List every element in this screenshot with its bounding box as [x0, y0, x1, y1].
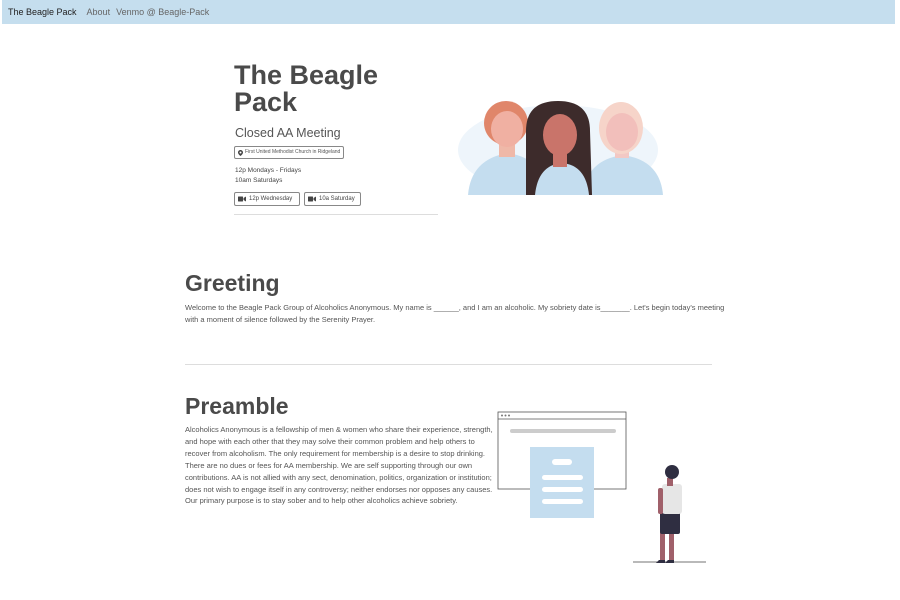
greeting-heading: Greeting — [185, 270, 280, 296]
group-people-illustration — [458, 101, 663, 195]
document-card — [530, 447, 594, 518]
join-saturday-button[interactable]: 10a Saturday — [304, 192, 361, 206]
location-badge[interactable]: First United Methodist Church in Ridgela… — [234, 146, 345, 159]
join-saturday-label: 10a Saturday — [319, 196, 355, 202]
preamble-text: Alcoholics Anonymous is a fellowship of … — [185, 425, 493, 506]
nav-brand[interactable]: The Beagle Pack — [8, 7, 77, 17]
map-pin-icon — [238, 149, 243, 156]
video-camera-icon — [238, 196, 246, 202]
join-wednesday-label: 12p Wednesday — [249, 196, 293, 202]
standing-person — [656, 465, 682, 563]
schedule-saturday: 10am Saturdays — [235, 177, 283, 184]
section-divider — [185, 364, 712, 365]
meeting-type: Closed AA Meeting — [235, 126, 341, 140]
nav-link-about[interactable]: About — [87, 7, 111, 17]
page-title: The Beagle Pack — [234, 62, 378, 116]
schedule-weekdays: 12p Mondays - Fridays — [235, 167, 302, 174]
hero-divider — [234, 214, 438, 215]
meeting-schedule: 12p Mondays - Fridays 10am Saturdays — [235, 166, 301, 186]
page-title-line-2: Pack — [234, 87, 298, 117]
video-camera-icon — [308, 196, 316, 202]
navbar: The Beagle Pack About Venmo @ Beagle-Pac… — [2, 0, 895, 24]
person-viewing-document-illustration — [497, 411, 706, 563]
preamble-heading: Preamble — [185, 393, 289, 419]
location-text: First United Methodist Church in Ridgela… — [245, 149, 341, 155]
page-title-line-1: The Beagle — [234, 60, 379, 90]
person-center — [526, 101, 592, 195]
greeting-text: Welcome to the Beagle Pack Group of Alco… — [185, 303, 725, 324]
join-wednesday-button[interactable]: 12p Wednesday — [234, 192, 300, 206]
nav-link-venmo[interactable]: Venmo @ Beagle-Pack — [116, 7, 209, 17]
